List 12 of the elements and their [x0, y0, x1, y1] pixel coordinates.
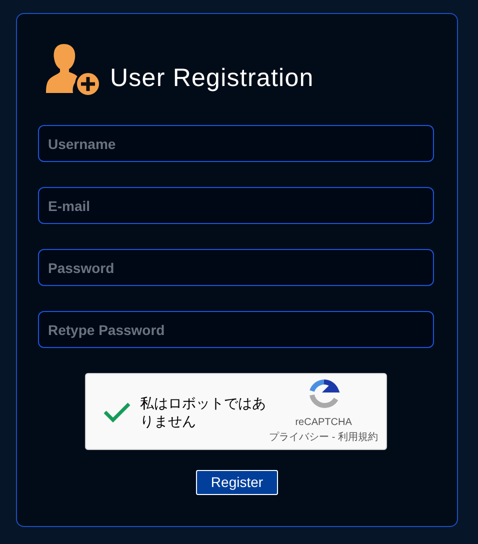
checkmark-icon — [103, 400, 131, 422]
input-field[interactable]: Username — [38, 125, 434, 162]
input-field[interactable]: Retype Password — [38, 311, 434, 348]
captcha-label: 私はロボットではありません — [140, 394, 267, 430]
privacy-terms-link[interactable]: プライバシー - 利用規約 — [269, 430, 378, 444]
register-button[interactable]: Register — [196, 470, 278, 495]
input-field[interactable]: Password — [38, 249, 434, 286]
recaptcha-brand: reCAPTCHA — [295, 416, 352, 430]
add-user-icon — [44, 42, 102, 98]
form-title: User Registration — [110, 62, 314, 94]
input-field[interactable]: E-mail — [38, 187, 434, 224]
recaptcha-logo-icon — [308, 378, 340, 410]
